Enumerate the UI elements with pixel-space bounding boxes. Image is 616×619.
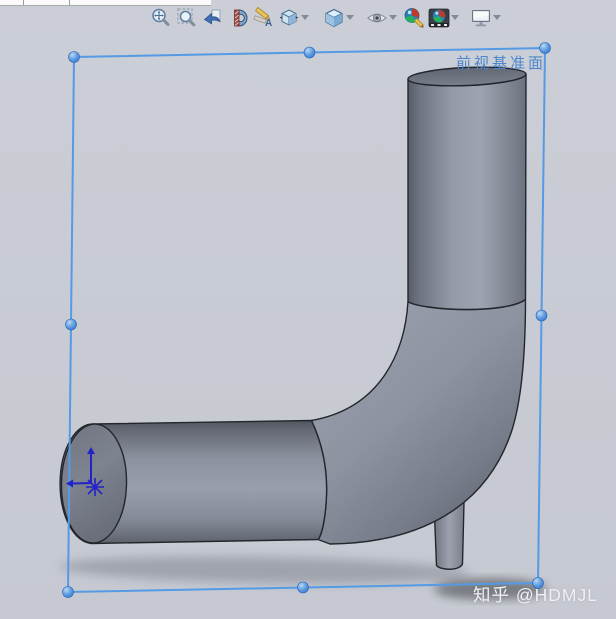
watermark: 知乎 @HDMJL [473,585,598,605]
model-canvas [59,42,551,598]
selected-plane-label[interactable]: 前视基准面 [456,52,546,73]
graphics-area[interactable]: A 前视基准面 知乎 @HDMJL [0,0,616,619]
pipe-elbow-model[interactable] [59,65,527,570]
pipe-vertical-segment[interactable] [407,73,527,311]
selection-handle[interactable] [303,46,316,59]
selection-handle[interactable] [68,51,80,63]
pipe-elbow-section[interactable] [310,298,527,545]
selection-handle[interactable] [535,309,548,322]
selection-handle[interactable] [65,318,77,331]
selection-handle[interactable] [297,581,309,594]
selection-handle[interactable] [62,586,74,598]
